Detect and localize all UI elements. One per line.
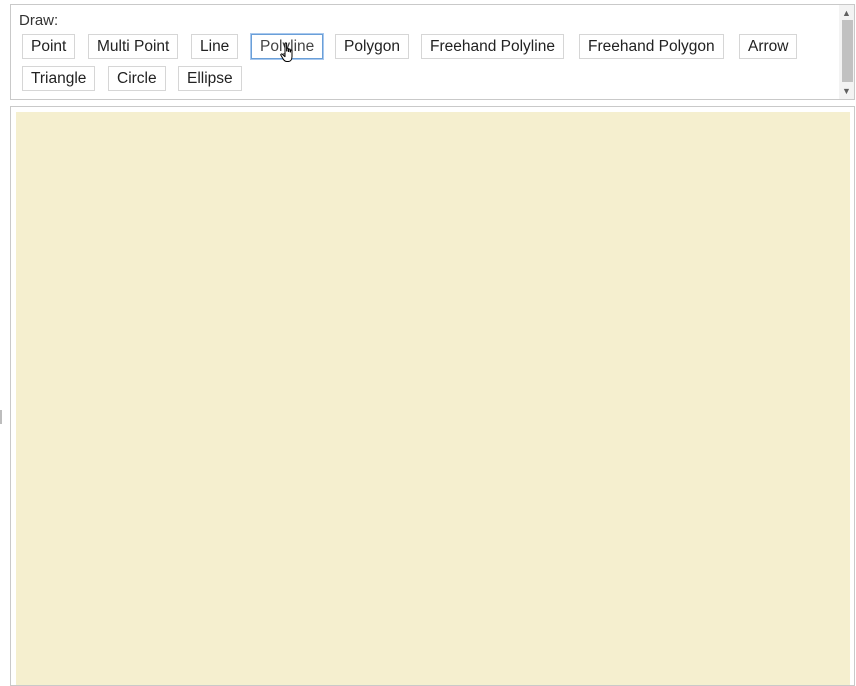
- point-button[interactable]: Point: [22, 34, 76, 59]
- left-edge-marker: [0, 410, 2, 424]
- drawing-canvas[interactable]: [16, 112, 850, 685]
- freehand-polygon-button[interactable]: Freehand Polygon: [579, 34, 724, 59]
- toolbar-scrollbar[interactable]: ▲ ▼: [839, 5, 854, 99]
- ellipse-button[interactable]: Ellipse: [178, 66, 242, 91]
- triangle-button[interactable]: Triangle: [22, 66, 96, 91]
- scroll-down-arrow-icon[interactable]: ▼: [839, 84, 854, 98]
- arrow-button[interactable]: Arrow: [739, 34, 798, 59]
- freehand-polyline-button[interactable]: Freehand Polyline: [421, 34, 564, 59]
- polygon-button[interactable]: Polygon: [335, 34, 410, 59]
- multi-point-button[interactable]: Multi Point: [88, 34, 179, 59]
- scroll-up-arrow-icon[interactable]: ▲: [839, 6, 854, 20]
- polyline-button[interactable]: Polyline: [251, 34, 324, 59]
- scroll-thumb[interactable]: [842, 20, 853, 82]
- drawing-canvas-frame: [10, 106, 855, 686]
- draw-label: Draw:: [19, 12, 59, 29]
- draw-toolbar-panel: Draw: Point Multi Point Line Polyline Po…: [10, 4, 855, 100]
- line-button[interactable]: Line: [191, 34, 239, 59]
- circle-button[interactable]: Circle: [108, 66, 166, 91]
